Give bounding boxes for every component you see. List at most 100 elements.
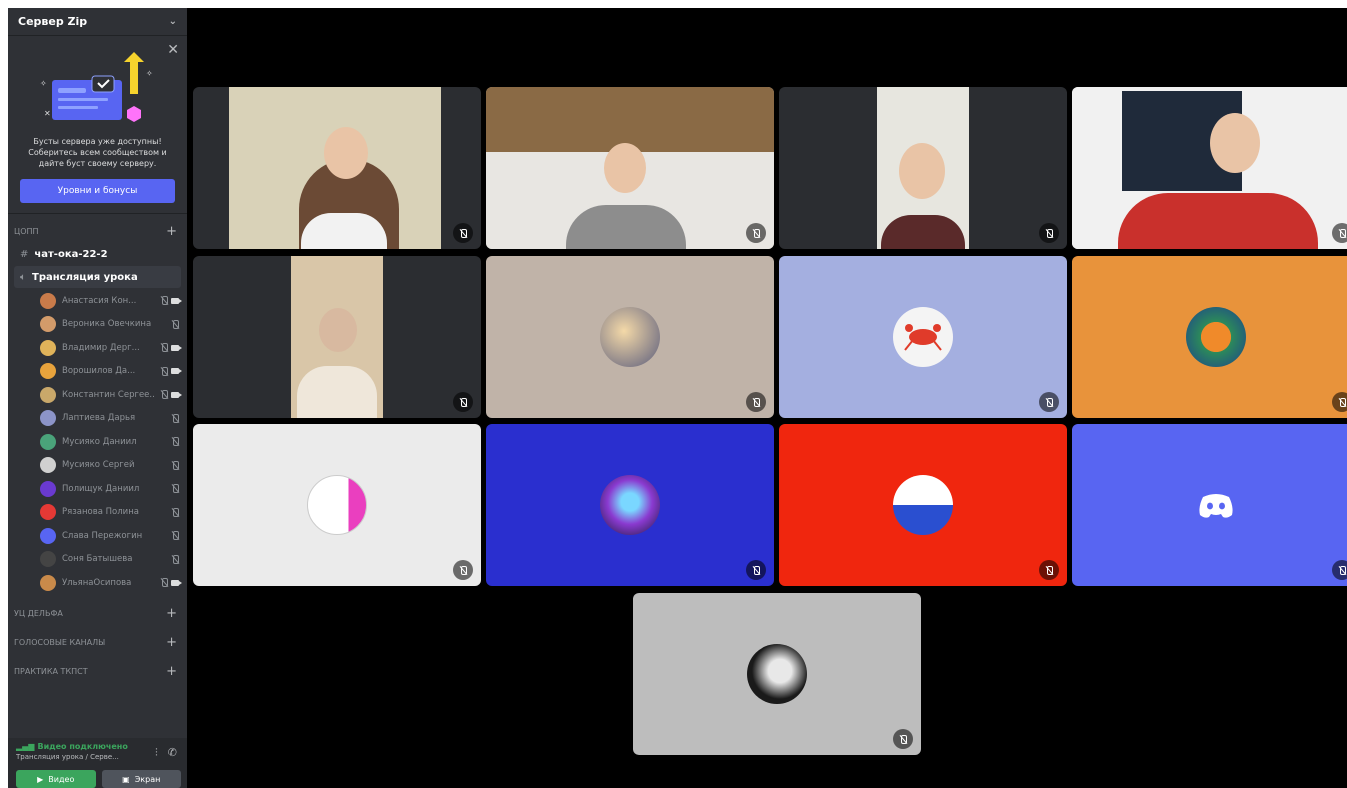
voice-user[interactable]: Анастасия Кон... (8, 289, 187, 313)
camera-icon (171, 297, 182, 304)
chevron-down-icon: ⌄ (168, 16, 177, 27)
avatar (40, 410, 56, 427)
category-label: ЦОПП (14, 226, 39, 236)
avatar (600, 475, 660, 535)
server-header[interactable]: Сервер Zip ⌄ (8, 8, 187, 36)
avatar (40, 551, 56, 568)
avatar-tile[interactable] (486, 424, 774, 586)
voice-user-name: Слава Пережогин (62, 530, 143, 541)
muted-mic-icon (160, 343, 168, 353)
avatar (893, 307, 953, 367)
voice-user[interactable]: Полищук Даниил (8, 477, 187, 501)
svg-text:✕: ✕ (44, 109, 51, 118)
category-voice-channels[interactable]: ГОЛОСОВЫЕ КАНАЛЫ + (8, 632, 187, 654)
voice-user-status (171, 460, 179, 470)
boost-illustration: ✧ ✧ ✕ (16, 44, 179, 126)
voice-user[interactable]: Мусияко Сергей (8, 454, 187, 478)
voice-user-status (171, 554, 179, 564)
voice-user-name: Мусияко Даниил (62, 436, 137, 447)
category-praktika[interactable]: ПРАКТИКА ТКПСТ + (8, 661, 187, 683)
category-copp[interactable]: ЦОПП + (8, 220, 187, 242)
screen-icon: ▣ (122, 774, 130, 784)
muted-mic-icon (453, 560, 473, 580)
avatar-tile[interactable] (633, 593, 921, 755)
camera-icon (171, 391, 182, 398)
voice-user-name: Рязанова Полина (62, 507, 139, 518)
add-channel-icon[interactable]: + (166, 635, 177, 650)
category-label: УЦ ДЕЛЬФА (14, 609, 63, 618)
voice-user[interactable]: Ворошилов Да... (8, 360, 187, 384)
voice-user[interactable]: Мусияко Даниил (8, 430, 187, 454)
voice-user-name: Ворошилов Да... (62, 366, 136, 377)
avatar-tile[interactable] (1072, 424, 1347, 586)
voice-user[interactable]: Владимир Дерг... (8, 336, 187, 360)
avatar (40, 480, 56, 497)
video-tile[interactable] (1072, 87, 1347, 249)
voice-user[interactable]: Слава Пережогин (8, 524, 187, 548)
muted-mic-icon (1039, 223, 1059, 243)
avatar-tile[interactable] (779, 256, 1067, 418)
category-delfa[interactable]: УЦ ДЕЛЬФА + (8, 603, 187, 625)
avatar (40, 386, 56, 403)
muted-mic-icon (1332, 560, 1347, 580)
voice-user[interactable]: Константин Сергее... (8, 383, 187, 407)
disconnect-icon[interactable]: ✆ (168, 746, 177, 760)
text-channel[interactable]: # чат-ока-22-2 (14, 243, 181, 265)
avatar (307, 475, 367, 535)
muted-mic-icon (171, 484, 179, 494)
camera-icon (171, 368, 182, 375)
add-channel-icon[interactable]: + (166, 224, 177, 239)
voice-user[interactable]: Вероника Овечкина (8, 313, 187, 337)
boost-description: Бусты сервера уже доступны! Соберитесь в… (28, 137, 167, 168)
add-channel-icon[interactable]: + (166, 664, 177, 679)
voice-user-name: Владимир Дерг... (62, 342, 140, 353)
avatar-tile[interactable] (1072, 256, 1347, 418)
voice-user-name: Константин Сергее... (62, 389, 154, 400)
voice-user-name: УльянаОсипова (62, 577, 132, 588)
voice-user[interactable]: Рязанова Полина (8, 501, 187, 525)
levels-and-perks-button[interactable]: Уровни и бонусы (20, 179, 175, 203)
connection-status: Видео подключено (37, 742, 128, 751)
voice-user[interactable]: Соня Батышева (8, 548, 187, 572)
voice-user-status (171, 507, 179, 517)
avatar (40, 433, 56, 450)
channel-sidebar: Сервер Zip ⌄ ✕ ✧ ✧ ✕ Бусты сервера уже д… (8, 8, 187, 788)
avatar-tile[interactable] (486, 256, 774, 418)
muted-mic-icon (893, 729, 913, 749)
category-label: ПРАКТИКА ТКПСТ (14, 667, 88, 676)
muted-mic-icon (171, 319, 179, 329)
muted-mic-icon (1332, 392, 1347, 412)
voice-user-name: Соня Батышева (62, 554, 133, 565)
speaker-icon: 🔈︎ (20, 271, 26, 283)
video-tile[interactable] (193, 87, 481, 249)
voice-user-status (171, 531, 179, 541)
avatar (40, 363, 56, 380)
muted-mic-icon (1039, 392, 1059, 412)
close-icon[interactable]: ✕ (167, 42, 179, 58)
voice-user-status (160, 578, 182, 588)
voice-user[interactable]: Лаптиева Дарья (8, 407, 187, 431)
voice-user-name: Полищук Даниил (62, 483, 140, 494)
avatar-tile[interactable] (779, 424, 1067, 586)
voice-user-name: Вероника Овечкина (62, 319, 152, 330)
add-channel-icon[interactable]: + (166, 606, 177, 621)
video-tile[interactable] (486, 87, 774, 249)
connection-channel[interactable]: Трансляция урока / Серве... (16, 753, 126, 761)
avatar (40, 339, 56, 356)
muted-mic-icon (453, 223, 473, 243)
voice-user-status (171, 319, 179, 329)
screen-share-button[interactable]: ▣ Экран (101, 770, 181, 788)
voice-user[interactable]: УльянаОсипова (8, 571, 187, 595)
muted-mic-icon (746, 223, 766, 243)
muted-mic-icon (171, 507, 179, 517)
video-button[interactable]: ▶ Видео (16, 770, 96, 788)
muted-mic-icon (1332, 223, 1347, 243)
avatar (893, 475, 953, 535)
avatar-tile[interactable] (193, 424, 481, 586)
avatar (600, 307, 660, 367)
noise-suppression-icon[interactable]: ⫶ (155, 746, 158, 760)
video-tile[interactable] (193, 256, 481, 418)
voice-channel[interactable]: 🔈︎ Трансляция урока (14, 266, 181, 288)
video-tile[interactable] (779, 87, 1067, 249)
voice-user-status (171, 413, 179, 423)
